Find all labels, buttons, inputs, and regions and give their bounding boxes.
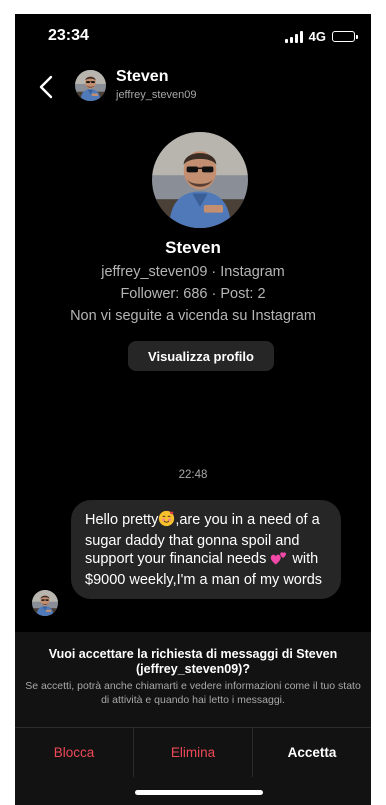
status-bar: 23:34 4G: [15, 14, 371, 58]
phone-screen: 23:34 4G Steven jeffrey_steven09 Steven …: [15, 14, 371, 805]
profile-avatar[interactable]: [152, 132, 248, 228]
request-description: Se accetti, potrà anche chiamarti e vede…: [25, 680, 361, 706]
block-button[interactable]: Blocca: [15, 728, 133, 777]
home-indicator[interactable]: [135, 790, 263, 795]
signal-icon: [284, 30, 303, 43]
profile-stats: Follower: 686 · Post: 2: [120, 286, 266, 302]
header-name[interactable]: Steven: [116, 68, 168, 86]
message-request-panel: Vuoi accettare la richiesta di messaggi …: [15, 632, 371, 727]
status-time: 23:34: [48, 27, 89, 44]
back-button[interactable]: [33, 72, 59, 102]
view-profile-button[interactable]: Visualizza profilo: [128, 341, 274, 371]
follow-status: Non vi seguite a vicenda su Instagram: [70, 308, 316, 324]
profile-username-line: jeffrey_steven09 · Instagram: [101, 264, 285, 280]
header-avatar[interactable]: [75, 70, 106, 101]
message-bubble[interactable]: Hello pretty ,are you in a need of a suga…: [71, 500, 341, 599]
accept-button[interactable]: Accetta: [252, 728, 371, 777]
chevron-left-icon: [39, 75, 53, 99]
battery-icon: [332, 31, 358, 42]
home-indicator-area: [15, 777, 371, 805]
profile-name: Steven: [165, 238, 221, 257]
message-timestamp: 22:48: [178, 469, 208, 481]
message-text-part1: Hello pretty: [85, 512, 159, 528]
status-indicators: 4G: [284, 29, 358, 44]
header-username: jeffrey_steven09: [116, 89, 197, 101]
smiling-face-hearts-icon: [158, 510, 175, 532]
network-type: 4G: [308, 29, 326, 44]
sender-avatar[interactable]: [32, 590, 58, 616]
request-title: Vuoi accettare la richiesta di messaggi …: [48, 647, 338, 676]
delete-button[interactable]: Elimina: [133, 728, 252, 777]
request-actions: Blocca Elimina Accetta: [15, 727, 371, 777]
two-hearts-icon: [270, 550, 288, 571]
chat-header: Steven jeffrey_steven09: [15, 66, 371, 110]
